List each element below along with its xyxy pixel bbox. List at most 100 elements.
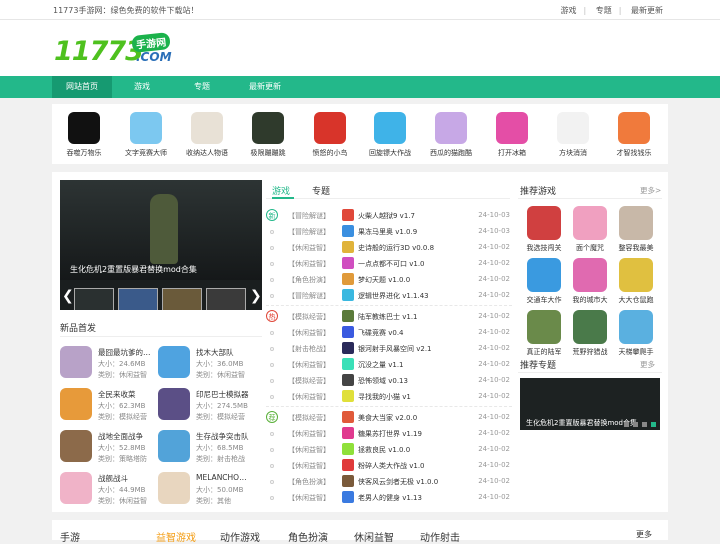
list-item[interactable]: 【休闲益智】 寻找我的小猫 v1 24-10-02 xyxy=(266,388,512,404)
topic-more-link[interactable]: 更多 xyxy=(640,359,655,370)
bullet-icon xyxy=(270,395,274,399)
hot-game[interactable]: 吞噬万物乐 xyxy=(56,112,112,158)
pager-dot[interactable] xyxy=(651,422,656,427)
game-icon xyxy=(527,258,561,292)
top-bar: 11773手游网：绿色免费的软件下载站！ 游戏 | 专题 | 最新更新 xyxy=(0,0,720,20)
new-game-item[interactable]: 最囧最坑爹的… 大小：24.6MB 类别：休闲益智 xyxy=(60,346,156,380)
game-icon xyxy=(342,443,354,455)
bottom-tab[interactable]: 益智游戏 xyxy=(156,529,196,544)
bullet-icon xyxy=(270,448,274,452)
top-link-topics[interactable]: 专题 xyxy=(596,6,612,15)
list-item[interactable]: 【模拟经营】 陆军教练巴士 v1.1 24-10-02 xyxy=(266,308,512,324)
pager-dot[interactable] xyxy=(633,422,638,427)
list-item[interactable]: 【角色扮演】 梦幻天题 v1.0.0 24-10-02 xyxy=(266,271,512,287)
game-icon xyxy=(158,430,190,462)
list-item[interactable]: 【休闲益智】 史诗般的运行3D v0.0.8 24-10-02 xyxy=(266,239,512,255)
pager-dot[interactable] xyxy=(642,422,647,427)
main-panel: 生化危机2重置版暴君替换mod合集 ❮ ❯ 新品首发 最囧最坑爹的… 大小：24.… xyxy=(52,172,668,512)
recommend-game[interactable]: 面个魔咒 xyxy=(570,206,610,253)
nav-topics[interactable]: 专题 xyxy=(180,76,224,98)
hot-game[interactable]: 方块消消 xyxy=(545,112,601,158)
recommend-game[interactable]: 交通车大作 xyxy=(524,258,564,305)
hot-game[interactable]: 西瓜的猫跑酷 xyxy=(423,112,479,158)
list-item[interactable]: 【休闲益智】 粉碎人类大作战 v1.0 24-10-02 xyxy=(266,457,512,473)
nav-games[interactable]: 游戏 xyxy=(120,76,164,98)
hot-game[interactable]: 才智找钱乐 xyxy=(606,112,662,158)
bullet-icon xyxy=(270,246,274,250)
slider-thumb[interactable] xyxy=(162,288,202,310)
game-icon xyxy=(619,258,653,292)
divider xyxy=(266,198,510,199)
topic-banner[interactable]: 生化危机2重置版暴君替换mod合集 xyxy=(520,378,660,430)
game-icon xyxy=(342,326,354,338)
bottom-tab[interactable]: 动作射击 xyxy=(420,529,460,544)
pager-dot[interactable] xyxy=(624,422,629,427)
bottom-tab[interactable]: 休闲益智 xyxy=(354,529,394,544)
list-item[interactable]: 【休闲益智】 拯救良民 v1.0.0 24-10-02 xyxy=(266,441,512,457)
slider-thumb[interactable] xyxy=(206,288,246,310)
list-item[interactable]: 【射击枪战】 银河射手风暴空间 v2.1 24-10-02 xyxy=(266,340,512,356)
recommend-game[interactable]: 大大仓鼠跑 xyxy=(616,258,656,305)
hot-game[interactable]: 文字竞赛大师 xyxy=(118,112,174,158)
nav-home[interactable]: 网站首页 xyxy=(52,76,112,98)
new-game-item[interactable]: 生存战争突击队 大小：68.5MB 类别：射击枪战 xyxy=(158,430,254,464)
list-item[interactable]: 【冒险解谜】 逻辑世界进化 v1.1.43 24-10-02 xyxy=(266,287,512,303)
new-game-item[interactable]: 战地全面战争 大小：52.8MB 类别：策略塔防 xyxy=(60,430,156,464)
list-item[interactable]: 【休闲益智】 老男人的健身 v1.13 24-10-02 xyxy=(266,489,512,505)
recommend-title: 推荐游戏 xyxy=(520,187,557,197)
list-item[interactable]: 【休闲益智】 飞碟竞赛 v0.4 24-10-02 xyxy=(266,324,512,340)
top-links: 游戏 | 专题 | 最新更新 xyxy=(554,5,664,16)
nav-latest[interactable]: 最新更新 xyxy=(240,76,290,98)
slider-thumb[interactable] xyxy=(74,288,114,310)
tab-topics[interactable]: 专题 xyxy=(312,184,330,197)
game-icon xyxy=(60,472,92,504)
banner-slider[interactable]: 生化危机2重置版暴君替换mod合集 ❮ ❯ xyxy=(60,180,262,310)
new-game-item[interactable]: MELANCHO… 大小：50.0MB 类别：其他 xyxy=(158,472,254,506)
recommend-game[interactable]: 真正的陆军 xyxy=(524,310,564,357)
list-item[interactable]: 【冒险解谜】 火柴人越狱9 v1.7 24-10-03 xyxy=(266,207,512,223)
recommend-game[interactable]: 我选技闯关 xyxy=(524,206,564,253)
list-item[interactable]: 【休闲益智】 一点点都不可口 v1.0 24-10-02 xyxy=(266,255,512,271)
hot-game[interactable]: 极限蹦蹦跳 xyxy=(240,112,296,158)
slider-next-icon[interactable]: ❯ xyxy=(250,288,262,304)
banner-caption: 生化危机2重置版暴君替换mod合集 xyxy=(70,265,197,274)
bottom-more-link[interactable]: 更多 xyxy=(636,529,652,540)
game-icon xyxy=(435,112,467,144)
game-icon xyxy=(342,209,354,221)
tab-games[interactable]: 游戏 xyxy=(272,184,290,197)
top-link-latest[interactable]: 最新更新 xyxy=(631,6,663,15)
recommend-game[interactable]: 荒野狩猎战 xyxy=(570,310,610,357)
list-item[interactable]: 【模拟经营】 恐怖领域 v0.13 24-10-02 xyxy=(266,372,512,388)
recommend-game[interactable]: 天梯攀爬手 xyxy=(616,310,656,357)
slider-thumb[interactable] xyxy=(118,288,158,310)
bottom-section: 手游 益智游戏 动作游戏 角色扮演 休闲益智 动作射击 更多 xyxy=(52,520,668,544)
list-item[interactable]: 【模拟经营】 美食大当家 v2.0.0 24-10-02 xyxy=(266,409,512,425)
top-link-games[interactable]: 游戏 xyxy=(561,6,577,15)
site-logo[interactable]: 11773 手游网 .COM xyxy=(54,28,174,72)
topic-caption: 生化危机2重置版暴君替换mod合集 xyxy=(526,419,637,427)
game-icon xyxy=(342,411,354,423)
recommend-game[interactable]: 整容我最美 xyxy=(616,206,656,253)
bullet-icon xyxy=(270,331,274,335)
bottom-tab[interactable]: 角色扮演 xyxy=(288,529,328,544)
divider xyxy=(518,372,662,373)
recommend-more-link[interactable]: 更多> xyxy=(640,185,661,196)
hot-game[interactable]: 打开冰箱 xyxy=(484,112,540,158)
hot-game[interactable]: 回旋镖大作战 xyxy=(362,112,418,158)
slider-prev-icon[interactable]: ❮ xyxy=(62,288,74,304)
game-icon xyxy=(342,358,354,370)
new-game-item[interactable]: 战舰战斗 大小：44.9MB 类别：休闲益智 xyxy=(60,472,156,506)
list-item[interactable]: 【休闲益智】 沉没之量 v1.1 24-10-02 xyxy=(266,356,512,372)
hot-game[interactable]: 收纳达人物语 xyxy=(179,112,235,158)
game-icon xyxy=(527,310,561,344)
list-item[interactable]: 【角色扮演】 侠客风云剑者无极 v1.0.0 24-10-02 xyxy=(266,473,512,489)
hot-game[interactable]: 愤怒的小鸟 xyxy=(302,112,358,158)
new-game-item[interactable]: 印尼巴士模拟器 大小：274.5MB 类别：模拟经营 xyxy=(158,388,254,422)
new-game-item[interactable]: 找木大部队 大小：36.0MB 类别：休闲益智 xyxy=(158,346,254,380)
bullet-icon xyxy=(270,294,274,298)
list-item[interactable]: 【休闲益智】 糖果苏打世界 v1.19 24-10-02 xyxy=(266,425,512,441)
bottom-tab[interactable]: 动作游戏 xyxy=(220,529,260,544)
list-item[interactable]: 【冒险解谜】 果冻马里奥 v1.0.9 24-10-03 xyxy=(266,223,512,239)
recommend-game[interactable]: 我的城市大 xyxy=(570,258,610,305)
new-game-item[interactable]: 全民来收菜 大小：62.3MB 类别：模拟经营 xyxy=(60,388,156,422)
